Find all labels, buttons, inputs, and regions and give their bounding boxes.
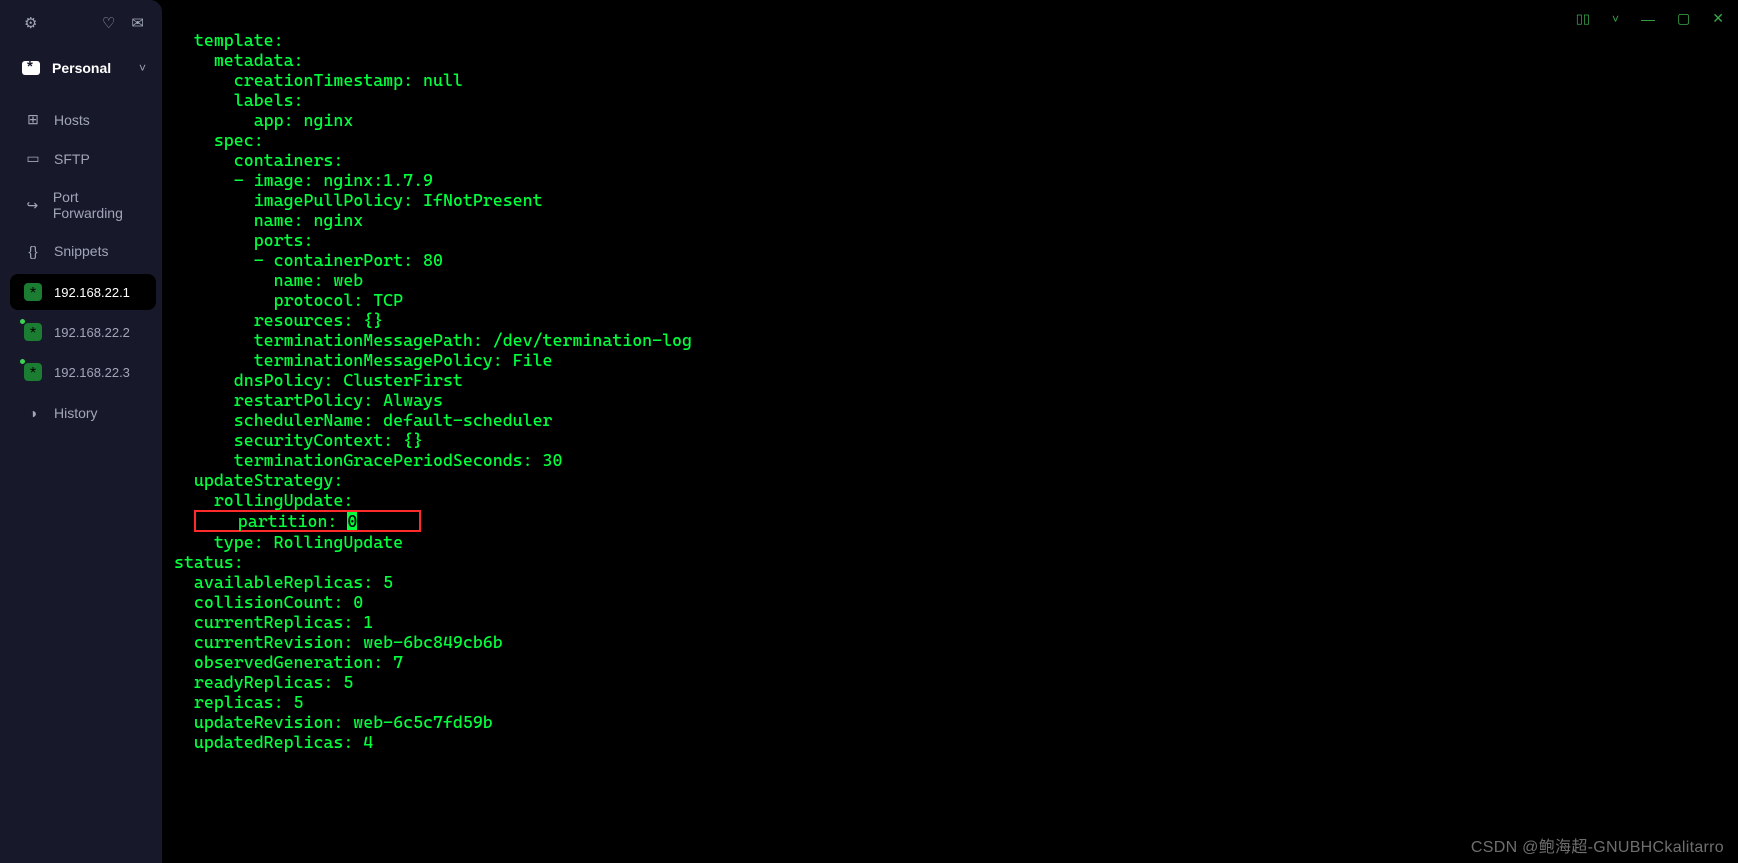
- terminal-line: resources: {}: [174, 310, 1738, 330]
- terminal-line: securityContext: {}: [174, 430, 1738, 450]
- connection-tab-2[interactable]: 192.168.22.2: [10, 314, 156, 350]
- terminal-line: protocol: TCP: [174, 290, 1738, 310]
- watermark-text: CSDN @鲍海超-GNUBHCkalitarro: [1471, 833, 1724, 857]
- terminal-line: schedulerName: default-scheduler: [174, 410, 1738, 430]
- terminal-output[interactable]: template: metadata: creationTimestamp: n…: [162, 0, 1738, 863]
- connection-label: 192.168.22.1: [54, 285, 130, 300]
- nav-item-label: Snippets: [54, 243, 108, 259]
- connection-label: 192.168.22.3: [54, 365, 130, 380]
- window-controls-group: ▯▯ ˅ — ▢ ✕: [1576, 10, 1724, 27]
- nav-item-label: SFTP: [54, 151, 90, 167]
- terminal-line: observedGeneration: 7: [174, 652, 1738, 672]
- close-button[interactable]: ✕: [1712, 10, 1724, 27]
- terminal-line: - image: nginx:1.7.9: [174, 170, 1738, 190]
- settings-gear-icon[interactable]: ⚙: [24, 14, 37, 32]
- terminal-line: currentRevision: web-6bc849cb6b: [174, 632, 1738, 652]
- nav-item-label: Hosts: [54, 112, 90, 128]
- nav-item-history[interactable]: ◑ History: [0, 394, 162, 432]
- terminal-line: status:: [174, 552, 1738, 572]
- connection-icon: [24, 363, 42, 381]
- terminal-line: updateStrategy:: [174, 470, 1738, 490]
- connection-tab-1[interactable]: 192.168.22.1: [10, 274, 156, 310]
- terminal-line: containers:: [174, 150, 1738, 170]
- connection-icon: [24, 283, 42, 301]
- maximize-button[interactable]: ▢: [1677, 10, 1690, 27]
- terminal-line: restartPolicy: Always: [174, 390, 1738, 410]
- terminal-line: rollingUpdate:: [174, 490, 1738, 510]
- terminal-line: creationTimestamp: null: [174, 70, 1738, 90]
- terminal-line: imagePullPolicy: IfNotPresent: [174, 190, 1738, 210]
- nav-item-port-forwarding[interactable]: ↪ Port Forwarding: [0, 178, 162, 232]
- inbox-icon[interactable]: ✉: [131, 14, 144, 32]
- nav-item-snippets[interactable]: {} Snippets: [0, 232, 162, 270]
- nav-list: ⊞ Hosts ▭ SFTP ↪ Port Forwarding {} Snip…: [0, 100, 162, 432]
- terminal-line: terminationMessagePolicy: File: [174, 350, 1738, 370]
- braces-icon: {}: [24, 243, 42, 259]
- nav-item-hosts[interactable]: ⊞ Hosts: [0, 100, 162, 139]
- workspace-icon: [22, 61, 40, 75]
- highlight-box: partition: 0: [194, 510, 421, 532]
- minimize-button[interactable]: —: [1641, 11, 1655, 27]
- chevron-down-icon: ˅: [139, 61, 146, 75]
- nav-item-sftp[interactable]: ▭ SFTP: [0, 139, 162, 178]
- terminal-line: name: nginx: [174, 210, 1738, 230]
- dropdown-chevron-icon[interactable]: ˅: [1612, 12, 1619, 26]
- terminal-line: labels:: [174, 90, 1738, 110]
- connection-tab-3[interactable]: 192.168.22.3: [10, 354, 156, 390]
- history-clock-icon: ◑: [24, 405, 42, 421]
- terminal-cursor: 0: [347, 512, 357, 530]
- workspace-selector[interactable]: Personal ˅: [0, 50, 162, 86]
- terminal-line: dnsPolicy: ClusterFirst: [174, 370, 1738, 390]
- hosts-icon: ⊞: [24, 111, 42, 128]
- connection-label: 192.168.22.2: [54, 325, 130, 340]
- connection-icon: [24, 323, 42, 341]
- terminal-line: replicas: 5: [174, 692, 1738, 712]
- terminal-line: partition: 0: [174, 510, 1738, 532]
- nav-item-label: History: [54, 405, 98, 421]
- terminal-line: ports:: [174, 230, 1738, 250]
- terminal-line: app: nginx: [174, 110, 1738, 130]
- forward-arrow-icon: ↪: [24, 197, 41, 214]
- terminal-line: spec:: [174, 130, 1738, 150]
- workspace-label: Personal: [52, 60, 139, 76]
- terminal-line: terminationMessagePath: /dev/termination…: [174, 330, 1738, 350]
- terminal-line: readyReplicas: 5: [174, 672, 1738, 692]
- terminal-line: terminationGracePeriodSeconds: 30: [174, 450, 1738, 470]
- terminal-line: currentReplicas: 1: [174, 612, 1738, 632]
- nav-item-label: Port Forwarding: [53, 189, 146, 221]
- sidebar: ⚙ ♡ ✉ Personal ˅ ⊞ Hosts ▭ SFTP ↪ Port F…: [0, 0, 162, 863]
- terminal-line: collisionCount: 0: [174, 592, 1738, 612]
- terminal-line: - containerPort: 80: [174, 250, 1738, 270]
- terminal-line: type: RollingUpdate: [174, 532, 1738, 552]
- panel-layout-icon[interactable]: ▯▯: [1576, 11, 1590, 27]
- terminal-line: updatedReplicas: 4: [174, 732, 1738, 752]
- folder-icon: ▭: [24, 150, 42, 167]
- terminal-line: name: web: [174, 270, 1738, 290]
- terminal-line: updateRevision: web-6c5c7fd59b: [174, 712, 1738, 732]
- terminal-line: template:: [174, 30, 1738, 50]
- sidebar-toolbar: ⚙ ♡ ✉: [0, 0, 162, 44]
- terminal-line: metadata:: [174, 50, 1738, 70]
- terminal-line: availableReplicas: 5: [174, 572, 1738, 592]
- notifications-bell-icon[interactable]: ♡: [102, 14, 115, 32]
